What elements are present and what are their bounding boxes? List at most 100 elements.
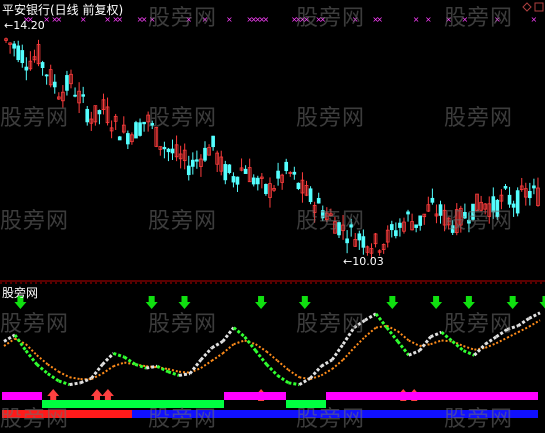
- slow-line-segment: [495, 336, 508, 345]
- candle-body: [438, 204, 443, 216]
- candle-body: [190, 159, 195, 167]
- watermark: 股旁网: [444, 407, 514, 432]
- candle-body: [243, 168, 248, 174]
- fast-line-segment: [101, 352, 115, 366]
- candle-body: [81, 94, 86, 97]
- fast-line-segment: [211, 340, 224, 350]
- fast-line-segment: [320, 358, 333, 368]
- candle-body: [73, 94, 77, 97]
- fast-line-segment: [517, 317, 530, 328]
- high-price-value: 14.20: [13, 19, 45, 32]
- sell-arrow-icon: [430, 296, 443, 309]
- watermark: 股旁网: [148, 6, 218, 31]
- low-price-label: ←10.03: [343, 255, 384, 268]
- slow-line-segment: [430, 339, 442, 346]
- candle-body: [276, 170, 280, 179]
- candle-body: [528, 190, 532, 199]
- candle-body: [211, 135, 215, 148]
- slow-line-segment: [528, 319, 541, 328]
- watermark: 股旁网: [0, 312, 70, 337]
- slow-line-segment: [47, 363, 60, 373]
- signal-marker: ×: [226, 15, 233, 24]
- candle-body: [251, 177, 256, 185]
- sell-arrow-icon: [386, 296, 399, 309]
- candle-body: [414, 224, 418, 228]
- slow-line-segment: [320, 368, 333, 377]
- watermark: 股旁网: [148, 209, 218, 234]
- fast-line-segment: [276, 374, 290, 385]
- candle-body: [142, 121, 146, 125]
- watermark: 股旁网: [296, 6, 366, 31]
- watermark: 股旁网: [296, 407, 366, 432]
- fast-line-segment: [178, 372, 191, 377]
- signal-marker: ×: [376, 15, 383, 24]
- fast-line-segment: [430, 330, 443, 339]
- candle-body: [406, 211, 410, 215]
- fast-line-segment: [112, 351, 125, 359]
- candle-body: [284, 161, 289, 172]
- candle-body: [138, 122, 142, 136]
- candle-body: [394, 230, 398, 237]
- slow-line-segment: [222, 343, 235, 355]
- candle-body: [292, 171, 297, 175]
- candle-body: [24, 66, 29, 71]
- candle-body: [227, 164, 232, 173]
- signal-marker: ×: [141, 15, 148, 24]
- slow-line-segment: [113, 361, 125, 368]
- fast-line-segment: [288, 381, 300, 387]
- fast-line-segment: [58, 379, 71, 387]
- slow-line-segment: [408, 339, 421, 347]
- signal-marker: ×: [263, 15, 270, 24]
- slow-line-segment: [364, 326, 377, 338]
- candle-body: [170, 148, 175, 154]
- watermark: 股旁网: [444, 6, 514, 31]
- fast-line-segment: [35, 363, 49, 375]
- candle-body: [503, 186, 508, 189]
- signal-marker: ×: [425, 15, 432, 24]
- fast-line-segment: [232, 326, 246, 338]
- candle-body: [296, 182, 301, 189]
- candle-body: [126, 133, 130, 145]
- sell-arrow-icon: [255, 296, 268, 309]
- fast-line-segment: [364, 312, 377, 322]
- candle-body: [398, 222, 402, 228]
- square-icon[interactable]: [534, 2, 544, 12]
- slow-line-segment: [276, 359, 290, 371]
- low-price-value: 10.03: [352, 255, 384, 268]
- watermark: 股旁网: [0, 407, 70, 432]
- watermark: 股旁网: [444, 106, 514, 131]
- slow-line-segment: [233, 339, 245, 346]
- candle-body: [231, 176, 236, 183]
- slow-line-segment: [463, 345, 475, 351]
- candle-body: [16, 45, 21, 61]
- fast-line-segment: [69, 381, 81, 387]
- candle-body: [97, 110, 102, 115]
- slow-line-segment: [58, 370, 71, 379]
- fast-line-segment: [462, 349, 475, 357]
- watermark: 股旁网: [148, 312, 218, 337]
- chart-title: 平安银行(日线 前复权): [2, 3, 124, 17]
- candle-body: [186, 165, 191, 176]
- watermark: 股旁网: [148, 407, 218, 432]
- candle-body: [52, 81, 57, 88]
- signal-marker: ×: [531, 15, 538, 24]
- fast-line-segment: [528, 311, 541, 320]
- candle-body: [389, 224, 394, 231]
- left-arrow-icon: ←: [4, 19, 14, 32]
- candle-body: [345, 238, 349, 244]
- diamond-icon[interactable]: [522, 2, 532, 12]
- fast-line-segment: [265, 363, 279, 377]
- buy-arrow-icon: [101, 389, 114, 401]
- candle-body: [44, 74, 49, 77]
- candle-body: [134, 122, 138, 139]
- slow-line-segment: [331, 359, 344, 370]
- fast-line-segment: [221, 326, 235, 343]
- slow-line-segment: [200, 359, 213, 369]
- signal-marker: ×: [413, 15, 420, 24]
- buy-arrow-icon: [47, 389, 60, 401]
- fast-line-segment: [408, 349, 421, 357]
- candle-body: [430, 197, 435, 203]
- fast-line-segment: [199, 346, 213, 361]
- candle-body: [264, 183, 268, 194]
- candle-body: [255, 177, 260, 185]
